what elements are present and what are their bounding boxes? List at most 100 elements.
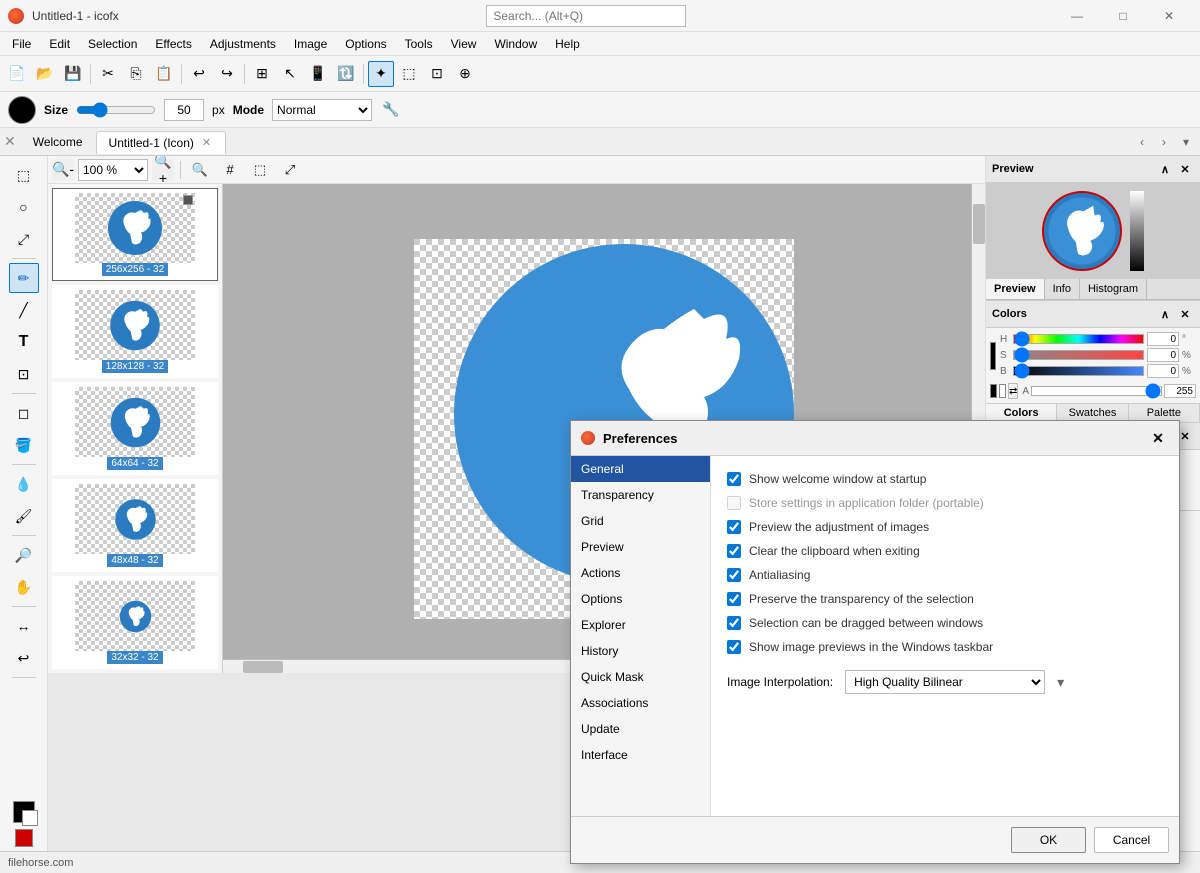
menu-edit[interactable]: Edit [41, 35, 78, 53]
chk-antialiasing[interactable] [727, 568, 741, 582]
chk-taskbar[interactable] [727, 640, 741, 654]
size-slider[interactable] [76, 102, 156, 118]
pref-interface[interactable]: Interface [571, 742, 710, 768]
scroll-thumb-h[interactable] [243, 661, 283, 673]
tab-next-btn[interactable]: › [1154, 132, 1174, 152]
pref-history[interactable]: History [571, 638, 710, 664]
pref-grid[interactable]: Grid [571, 508, 710, 534]
frame-canvas-btn[interactable]: ⬚ [247, 158, 273, 182]
menu-selection[interactable]: Selection [80, 35, 145, 53]
tab-preview[interactable]: Preview [986, 279, 1045, 299]
pref-options[interactable]: Options [571, 586, 710, 612]
save-button[interactable]: 💾 [60, 61, 86, 87]
s-input[interactable] [1147, 348, 1179, 362]
hand-tool-btn[interactable]: ✋ [9, 572, 39, 602]
b-input[interactable] [1147, 364, 1179, 378]
s-slider[interactable] [1013, 350, 1144, 360]
background-color[interactable] [22, 810, 38, 826]
preview-collapse-btn[interactable]: ∧ [1156, 160, 1174, 178]
transform-canvas-btn[interactable]: ⤢ [277, 158, 303, 182]
arrows-tool-btn[interactable]: ↔ [9, 611, 39, 641]
pref-transparency[interactable]: Transparency [571, 482, 710, 508]
tab-info[interactable]: Info [1045, 279, 1080, 299]
h-slider[interactable] [1013, 334, 1144, 344]
phone-button[interactable]: 📱 [305, 61, 331, 87]
menu-image[interactable]: Image [286, 35, 335, 53]
close-button[interactable]: ✕ [1146, 0, 1192, 32]
pref-update[interactable]: Update [571, 716, 710, 742]
mode-select[interactable]: Normal Dissolve Multiply Screen [272, 99, 372, 121]
check-button[interactable]: ✦ [368, 61, 394, 87]
eraser-tool-btn[interactable]: ◻ [9, 398, 39, 428]
menu-view[interactable]: View [443, 35, 485, 53]
open-button[interactable]: 📂 [32, 61, 58, 87]
text-tool-btn[interactable]: T [9, 327, 39, 357]
colors-collapse-btn[interactable]: ∧ [1156, 305, 1174, 323]
grid-button[interactable]: ⊞ [249, 61, 275, 87]
colors-close-btn[interactable]: ✕ [1176, 305, 1194, 323]
special-color[interactable] [15, 829, 33, 847]
pref-quickmask[interactable]: Quick Mask [571, 664, 710, 690]
eyedropper-btn[interactable]: 🔧 [380, 99, 402, 121]
copy-button[interactable]: ⎘ [123, 61, 149, 87]
undo-button[interactable]: ↩ [186, 61, 212, 87]
line-tool-btn[interactable]: ╱ [9, 295, 39, 325]
color-swap-btn[interactable]: ⇄ [1008, 383, 1018, 399]
menu-file[interactable]: File [4, 35, 39, 53]
foreground-color[interactable] [13, 801, 35, 823]
chk-portable[interactable] [727, 496, 741, 510]
menu-window[interactable]: Window [486, 35, 545, 53]
paste-button[interactable]: 📋 [151, 61, 177, 87]
pref-actions[interactable]: Actions [571, 560, 710, 586]
icon-item-48[interactable]: 48x48 - 32 [52, 479, 218, 572]
h-input[interactable] [1147, 332, 1179, 346]
brush-tool-btn[interactable]: 🖌 [9, 501, 39, 531]
a-input[interactable] [1164, 384, 1196, 398]
chk-transparency[interactable] [727, 592, 741, 606]
maximize-button[interactable]: □ [1100, 0, 1146, 32]
chk-drag[interactable] [727, 616, 741, 630]
redo-button[interactable]: ↪ [214, 61, 240, 87]
pref-associations[interactable]: Associations [571, 690, 710, 716]
frame-button[interactable]: ⬚ [396, 61, 422, 87]
icon-item-32[interactable]: 32x32 - 32 [52, 576, 218, 669]
cut-button[interactable]: ✂ [95, 61, 121, 87]
dialog-close-btn[interactable]: ✕ [1147, 427, 1169, 449]
pref-preview[interactable]: Preview [571, 534, 710, 560]
size-input[interactable] [164, 99, 204, 121]
interpolation-select[interactable]: High Quality Bilinear Nearest Neighbor B… [845, 670, 1045, 694]
ok-button[interactable]: OK [1011, 827, 1086, 853]
lasso-tool-btn[interactable]: ○ [9, 192, 39, 222]
pref-general[interactable]: General [571, 456, 710, 482]
eyedropper-tool-btn[interactable]: 💧 [9, 469, 39, 499]
zoom-out-btn[interactable]: 🔍- [52, 159, 74, 181]
zoom-select[interactable]: 100 % 50 % 200 % [78, 159, 148, 181]
chk-welcome[interactable] [727, 472, 741, 486]
tab-untitled-close[interactable]: ✕ [200, 136, 213, 149]
tab-welcome[interactable]: Welcome [20, 130, 96, 153]
b-slider[interactable] [1013, 366, 1144, 376]
menu-options[interactable]: Options [337, 35, 394, 53]
crop-tool-btn[interactable]: ⊡ [9, 359, 39, 389]
zoom-tool-btn[interactable]: 🔎 [9, 540, 39, 570]
menu-effects[interactable]: Effects [147, 35, 199, 53]
stack-button[interactable]: ⊕ [452, 61, 478, 87]
new-button[interactable]: 📄 [4, 61, 30, 87]
icon-item-128[interactable]: 128x128 - 32 [52, 285, 218, 378]
preview-close-btn[interactable]: ✕ [1176, 160, 1194, 178]
selection-tool-btn[interactable]: ⬚ [9, 160, 39, 190]
icon-item-256[interactable]: 256x256 - 32 [52, 188, 218, 281]
cursor-button[interactable]: ↖ [277, 61, 303, 87]
transform-tool-btn[interactable]: ⤢ [9, 224, 39, 254]
tab-histogram[interactable]: Histogram [1080, 279, 1147, 299]
grid-canvas-btn[interactable]: # [217, 158, 243, 182]
tab-menu-btn[interactable]: ▾ [1176, 132, 1196, 152]
chk-clipboard[interactable] [727, 544, 741, 558]
zoom-in-btn[interactable]: 🔍+ [152, 159, 174, 181]
search-input[interactable] [486, 5, 686, 27]
pen-tool-btn[interactable]: ✏ [9, 263, 39, 293]
tab-prev-btn[interactable]: ‹ [1132, 132, 1152, 152]
cancel-button[interactable]: Cancel [1094, 827, 1169, 853]
icon-item-64[interactable]: 64x64 - 32 [52, 382, 218, 475]
tab-untitled[interactable]: Untitled-1 (Icon) ✕ [96, 131, 227, 154]
